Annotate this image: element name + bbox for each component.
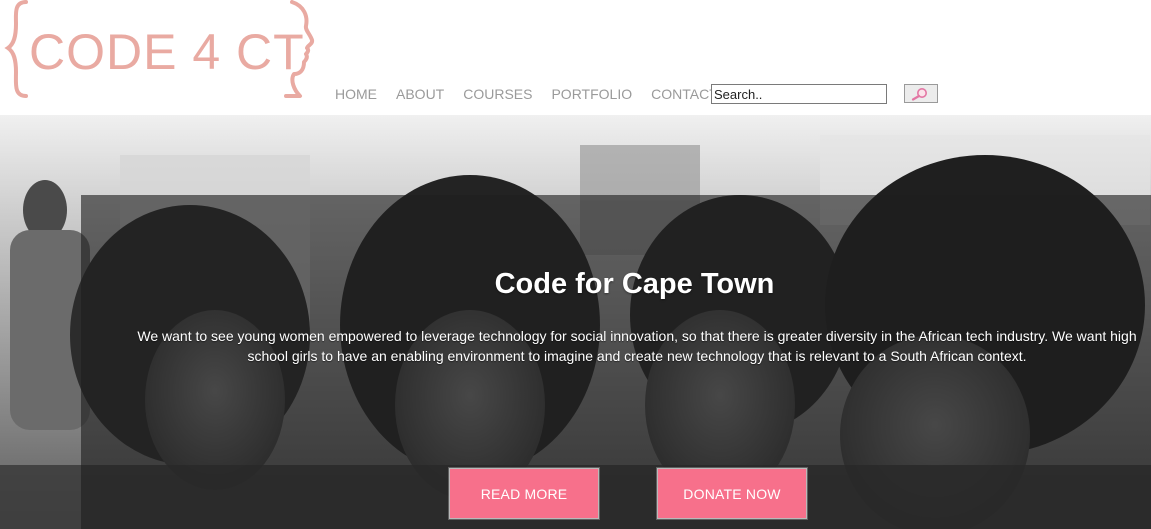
nav-courses[interactable]: COURSES <box>463 85 532 103</box>
logo-text: CODE 4 CT <box>29 24 305 80</box>
donate-now-button[interactable]: DONATE NOW <box>657 468 807 519</box>
read-more-button[interactable]: READ MORE <box>449 468 599 519</box>
main-nav: HOME ABOUT COURSES PORTFOLIO CONTACT <box>335 85 737 103</box>
hero-title: Code for Cape Town <box>494 268 775 300</box>
hero-description: We want to see young women empowered to … <box>137 328 1137 364</box>
nav-portfolio[interactable]: PORTFOLIO <box>551 85 632 103</box>
search-button[interactable] <box>904 84 938 103</box>
nav-about[interactable]: ABOUT <box>396 85 444 103</box>
magnifier-icon <box>911 87 927 101</box>
nav-home[interactable]: HOME <box>335 85 377 103</box>
nav-contact[interactable]: CONTACT <box>651 85 718 103</box>
site-header: CODE 4 CT HOME ABOUT COURSES PORTFOLIO C… <box>0 0 1151 115</box>
logo[interactable]: CODE 4 CT <box>4 0 316 100</box>
search-input[interactable] <box>711 84 887 104</box>
hero-section: Code for Cape Town We want to see young … <box>0 115 1151 529</box>
